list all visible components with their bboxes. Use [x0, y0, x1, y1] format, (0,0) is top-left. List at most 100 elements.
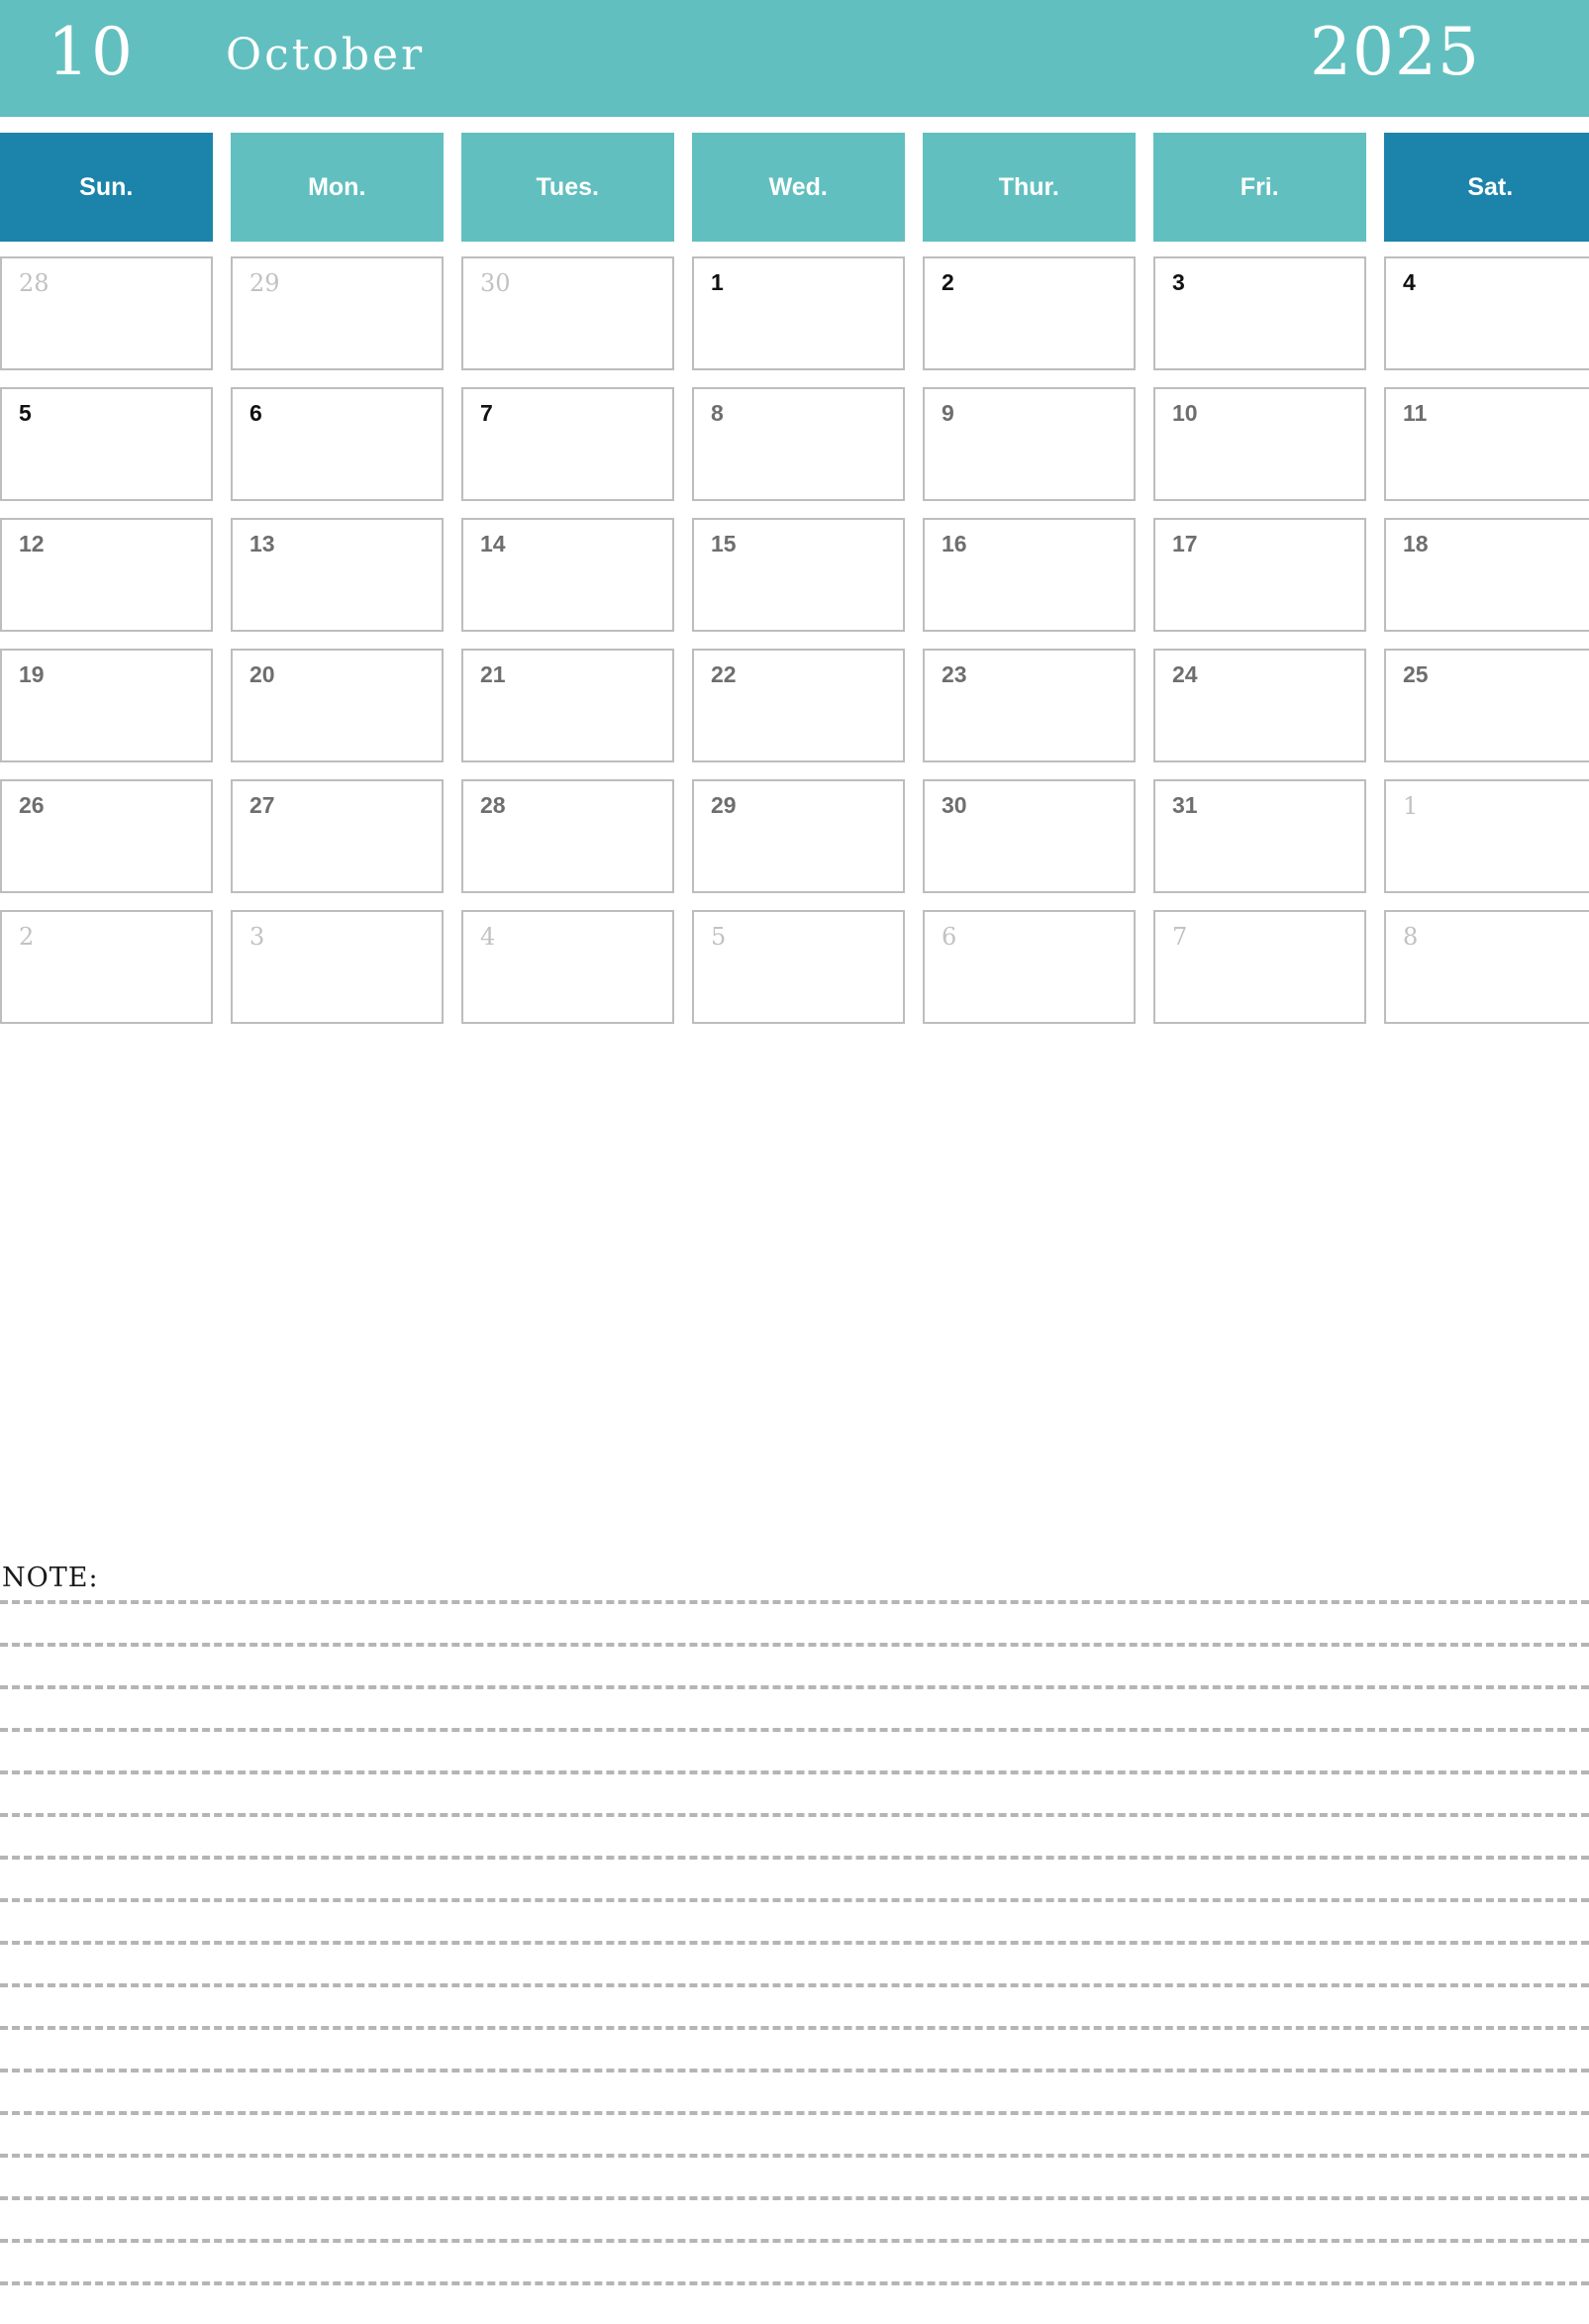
calendar-day-cell[interactable]: 25: [1384, 649, 1589, 762]
calendar-day-cell[interactable]: 2: [0, 910, 213, 1024]
calendar-day-cell[interactable]: 5: [0, 387, 213, 501]
weekday-label: Fri.: [1240, 172, 1279, 201]
calendar-day-cell[interactable]: 8: [692, 387, 905, 501]
calendar-day-cell[interactable]: 4: [461, 910, 674, 1024]
weekday-header-fri: Fri.: [1153, 133, 1366, 242]
month-number: 10: [48, 14, 135, 90]
day-number: 3: [249, 923, 265, 951]
calendar-day-cell[interactable]: 6: [231, 387, 444, 501]
calendar-day-cell[interactable]: 9: [923, 387, 1136, 501]
note-line[interactable]: [0, 2154, 1589, 2158]
weekday-header-sat: Sat.: [1384, 133, 1589, 242]
day-number: 11: [1403, 400, 1428, 426]
note-line[interactable]: [0, 2111, 1589, 2115]
calendar-day-cell[interactable]: 1: [1384, 779, 1589, 893]
day-number: 19: [19, 661, 45, 687]
calendar-day-cell[interactable]: 30: [923, 779, 1136, 893]
calendar-day-cell[interactable]: 15: [692, 518, 905, 632]
calendar-day-cell[interactable]: 26: [0, 779, 213, 893]
day-number: 29: [249, 269, 280, 297]
note-line[interactable]: [0, 1600, 1589, 1604]
calendar-day-cell[interactable]: 22: [692, 649, 905, 762]
note-line[interactable]: [0, 1770, 1589, 1774]
calendar-day-cell[interactable]: 24: [1153, 649, 1366, 762]
calendar-day-cell[interactable]: 28: [461, 779, 674, 893]
calendar-day-cell[interactable]: 29: [692, 779, 905, 893]
note-line[interactable]: [0, 1941, 1589, 1945]
weekday-header-sun: Sun.: [0, 133, 213, 242]
weekday-label: Tues.: [536, 172, 599, 201]
calendar-day-cell[interactable]: 13: [231, 518, 444, 632]
calendar-day-cell[interactable]: 21: [461, 649, 674, 762]
day-number: 23: [942, 661, 967, 687]
note-line[interactable]: [0, 1983, 1589, 1987]
day-number: 28: [19, 269, 50, 297]
calendar-day-cell[interactable]: 31: [1153, 779, 1366, 893]
calendar-day-cell[interactable]: 19: [0, 649, 213, 762]
calendar-day-cell[interactable]: 7: [461, 387, 674, 501]
calendar-day-cell[interactable]: 18: [1384, 518, 1589, 632]
calendar-day-cell[interactable]: 23: [923, 649, 1136, 762]
note-line[interactable]: [0, 2281, 1589, 2285]
calendar-grid: 28 29 30 1 2 3 4 5 6 7 8 9 10 11 12 13 14 15 16 17 18 19 20 21 2…: [0, 256, 1589, 1041]
weekday-header-wed: Wed.: [692, 133, 905, 242]
weekday-label: Mon.: [308, 172, 366, 201]
calendar-week-row: 26 27 28 29 30 31 1: [0, 779, 1589, 893]
day-number: 30: [942, 792, 967, 818]
day-number: 31: [1172, 792, 1198, 818]
day-number: 6: [942, 923, 957, 951]
note-line[interactable]: [0, 2026, 1589, 2030]
note-line[interactable]: [0, 1898, 1589, 1902]
note-line[interactable]: [0, 1728, 1589, 1732]
calendar-week-row: 19 20 21 22 23 24 25: [0, 649, 1589, 762]
day-number: 25: [1403, 661, 1429, 687]
day-number: 2: [19, 923, 35, 951]
calendar-day-cell[interactable]: 3: [1153, 256, 1366, 370]
calendar-day-cell[interactable]: 8: [1384, 910, 1589, 1024]
calendar-day-cell[interactable]: 1: [692, 256, 905, 370]
calendar-day-cell[interactable]: 16: [923, 518, 1136, 632]
calendar-day-cell[interactable]: 14: [461, 518, 674, 632]
note-line[interactable]: [0, 2196, 1589, 2200]
calendar-week-row: 12 13 14 15 16 17 18: [0, 518, 1589, 632]
note-line[interactable]: [0, 1685, 1589, 1689]
weekday-header-tues: Tues.: [461, 133, 674, 242]
day-number: 9: [942, 400, 954, 426]
note-line[interactable]: [0, 2239, 1589, 2243]
weekday-label: Sun.: [79, 172, 134, 201]
calendar-day-cell[interactable]: 6: [923, 910, 1136, 1024]
day-number: 20: [249, 661, 275, 687]
day-number: 4: [1403, 269, 1416, 295]
calendar-week-row: 2 3 4 5 6 7 8: [0, 910, 1589, 1024]
note-line[interactable]: [0, 1643, 1589, 1647]
calendar-day-cell[interactable]: 4: [1384, 256, 1589, 370]
day-number: 15: [711, 531, 737, 556]
day-number: 7: [1172, 923, 1188, 951]
calendar-day-cell[interactable]: 12: [0, 518, 213, 632]
day-number: 7: [480, 400, 493, 426]
year-number: 2025: [1310, 14, 1480, 90]
calendar-day-cell[interactable]: 10: [1153, 387, 1366, 501]
calendar-day-cell[interactable]: 29: [231, 256, 444, 370]
note-line[interactable]: [0, 1813, 1589, 1817]
calendar-day-cell[interactable]: 20: [231, 649, 444, 762]
note-section: NOTE:: [0, 1565, 1589, 2324]
calendar-day-cell[interactable]: 7: [1153, 910, 1366, 1024]
note-line[interactable]: [0, 1856, 1589, 1860]
day-number: 24: [1172, 661, 1198, 687]
calendar-day-cell[interactable]: 30: [461, 256, 674, 370]
calendar-day-cell[interactable]: 5: [692, 910, 905, 1024]
weekday-header-mon: Mon.: [231, 133, 444, 242]
calendar-day-cell[interactable]: 27: [231, 779, 444, 893]
calendar-day-cell[interactable]: 28: [0, 256, 213, 370]
weekday-label: Wed.: [768, 172, 828, 201]
calendar-day-cell[interactable]: 2: [923, 256, 1136, 370]
note-line[interactable]: [0, 2069, 1589, 2072]
calendar-day-cell[interactable]: 3: [231, 910, 444, 1024]
calendar-day-cell[interactable]: 17: [1153, 518, 1366, 632]
weekday-header-thur: Thur.: [923, 133, 1136, 242]
day-number: 12: [19, 531, 45, 556]
calendar-day-cell[interactable]: 11: [1384, 387, 1589, 501]
weekday-label: Thur.: [998, 172, 1059, 201]
day-number: 28: [480, 792, 506, 818]
